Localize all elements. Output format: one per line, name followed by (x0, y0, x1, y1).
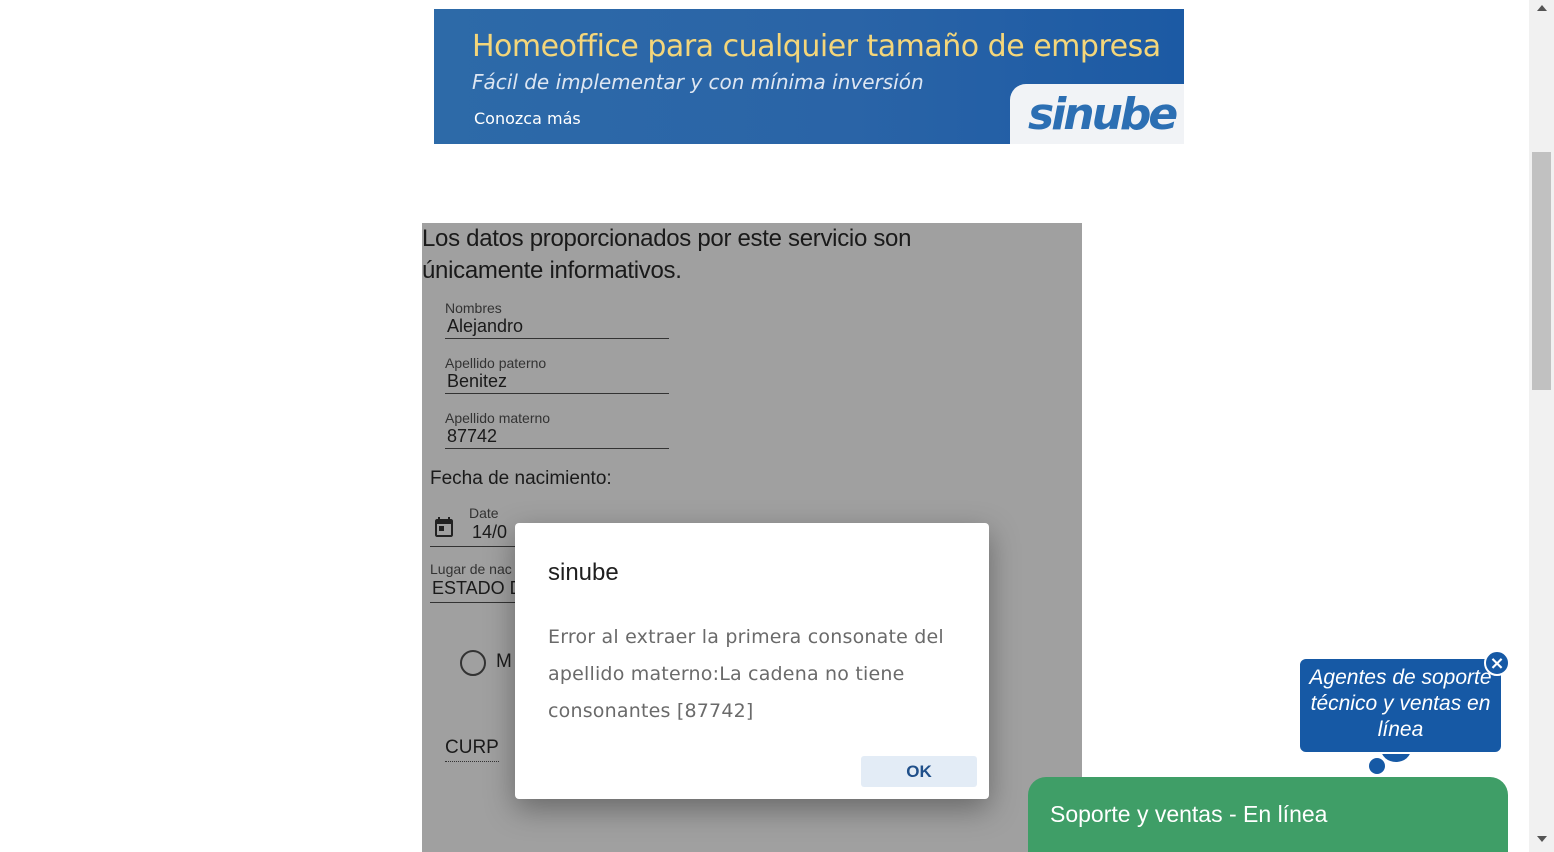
birth-date-section-label: Fecha de nacimiento: (430, 468, 612, 489)
apellido-materno-field[interactable]: Apellido materno 87742 (445, 410, 669, 449)
apellido-paterno-input[interactable]: Benitez (445, 371, 669, 393)
date-input[interactable]: 14/0 (472, 522, 507, 543)
ad-banner[interactable]: Homeoffice para cualquier tamaño de empr… (434, 9, 1184, 144)
date-label: Date (469, 505, 499, 521)
sex-radio-m[interactable] (460, 650, 486, 676)
sinube-logo: sinube (1028, 89, 1178, 140)
close-icon[interactable]: × (1484, 650, 1510, 676)
apellido-materno-input[interactable]: 87742 (445, 426, 669, 448)
chat-invite-text: Agentes de soporte técnico y ventas en l… (1309, 666, 1492, 741)
error-dialog: sinube Error al extraer la primera conso… (515, 523, 989, 799)
sex-radio-m-label: M (496, 651, 512, 672)
chat-invite-bubble[interactable]: Agentes de soporte técnico y ventas en l… (1298, 657, 1503, 754)
birthplace-label: Lugar de nac (430, 561, 512, 577)
apellido-materno-label: Apellido materno (445, 410, 551, 426)
chat-bar-label: Soporte y ventas - En línea (1050, 801, 1328, 827)
scroll-up-arrow-icon[interactable] (1537, 5, 1547, 11)
scrollbar-thumb[interactable] (1532, 152, 1551, 390)
chat-bar[interactable]: Soporte y ventas - En línea (1028, 777, 1508, 852)
ok-button[interactable]: OK (861, 756, 977, 787)
dialog-message: Error al extraer la primera consonate de… (548, 626, 944, 722)
info-notice: Los datos proporcionados por este servic… (422, 225, 912, 284)
nombres-label: Nombres (445, 300, 502, 316)
chat-bubble-tail-dot (1369, 758, 1385, 774)
curp-label: CURP (445, 737, 499, 762)
nombres-input[interactable]: Alejandro (445, 316, 669, 338)
nombres-field[interactable]: Nombres Alejandro (445, 300, 669, 339)
page-scrollbar[interactable] (1529, 0, 1554, 852)
banner-subtitle: Fácil de implementar y con mínima invers… (472, 70, 924, 94)
banner-title: Homeoffice para cualquier tamaño de empr… (472, 29, 1161, 64)
birthplace-select[interactable]: ESTADO D (432, 578, 523, 599)
apellido-paterno-field[interactable]: Apellido paterno Benitez (445, 355, 669, 394)
scroll-down-arrow-icon[interactable] (1537, 836, 1547, 842)
apellido-paterno-label: Apellido paterno (445, 355, 547, 371)
banner-learn-more-link[interactable]: Conozca más (474, 109, 581, 128)
calendar-icon[interactable] (432, 515, 456, 539)
dialog-title: sinube (548, 559, 619, 586)
